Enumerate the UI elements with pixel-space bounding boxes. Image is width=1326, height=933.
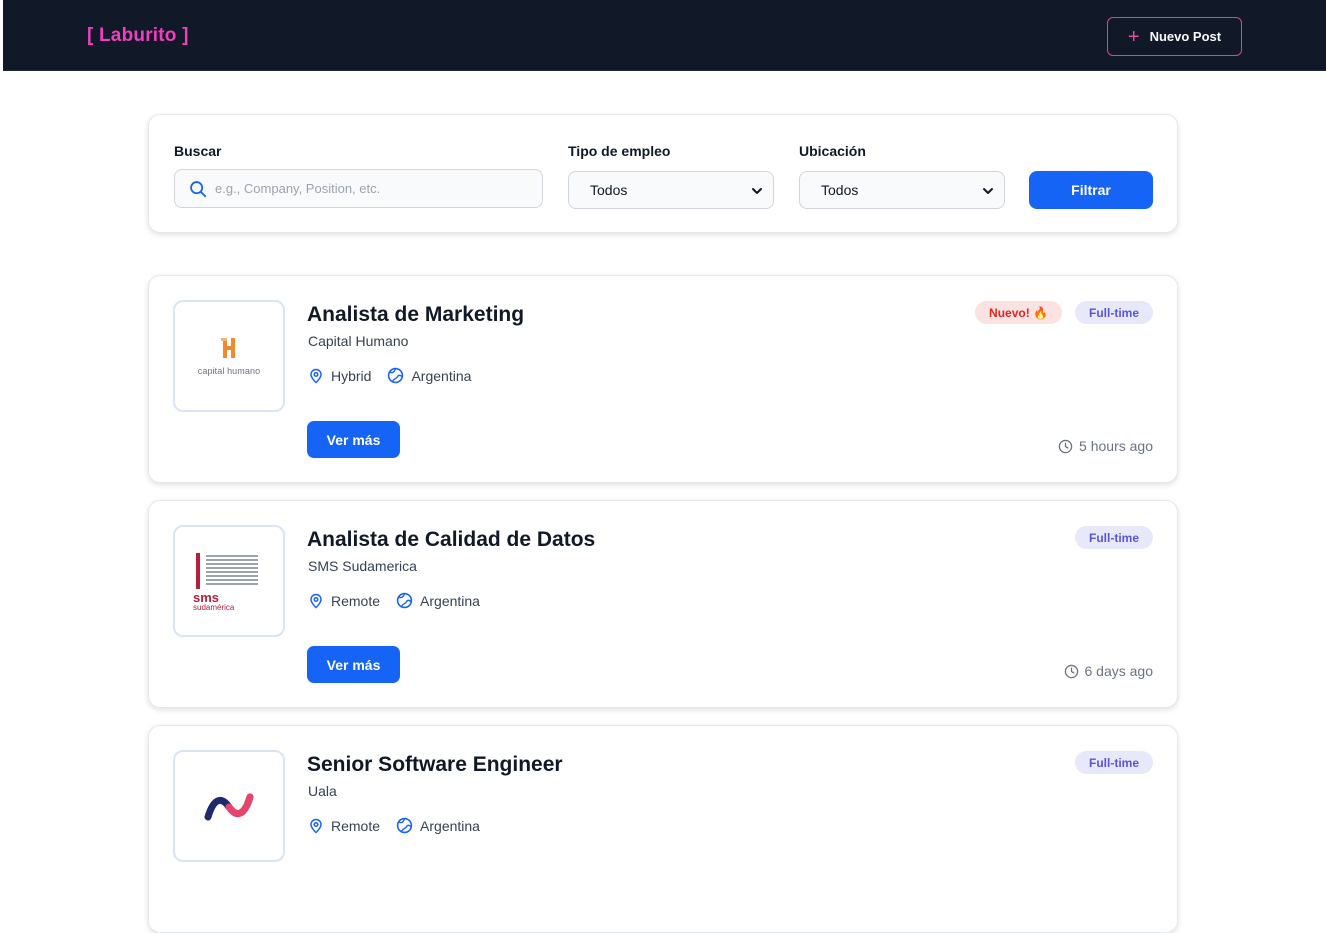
posted-time: 5 hours ago (1058, 438, 1153, 454)
time-label: 5 hours ago (1079, 438, 1153, 454)
logo-text: capital humano (197, 366, 261, 376)
globe-icon (388, 367, 404, 384)
job-meta: Remote Argentina (308, 817, 496, 834)
sms-logo-mark (196, 552, 258, 589)
job-type-badge: Full-time (1075, 301, 1153, 324)
badges: Nuevo! 🔥 Full-time (975, 301, 1153, 324)
country: Argentina (396, 817, 480, 834)
job-meta: Remote Argentina (308, 592, 496, 609)
country-label: Argentina (411, 367, 472, 384)
company-name: Capital Humano (308, 333, 409, 349)
clock-icon (1064, 664, 1078, 678)
modality: Remote (308, 818, 380, 834)
job-type-value: Todos (590, 182, 628, 198)
globe-icon (396, 592, 413, 609)
new-post-label: Nuevo Post (1149, 29, 1222, 44)
search-label: Buscar (174, 143, 222, 159)
uala-logo-mark (204, 793, 254, 821)
modality-label: Remote (331, 817, 381, 834)
badges: Full-time (1075, 526, 1153, 549)
job-meta: Hybrid Argentina (308, 367, 487, 384)
location-pin-icon (310, 818, 322, 834)
job-title[interactable]: Analista de Calidad de Datos (307, 528, 595, 552)
chevron-down-icon (752, 188, 762, 194)
job-title[interactable]: Analista de Marketing (307, 303, 524, 327)
app-logo[interactable]: [ Laburito ] (87, 25, 189, 47)
job-type-label: Tipo de empleo (568, 143, 671, 159)
location-pin-icon (310, 368, 322, 384)
job-card: capital humano Analista de Marketing Cap… (148, 275, 1178, 483)
job-type-select[interactable]: Todos (568, 171, 774, 209)
plus-icon: + (1127, 25, 1140, 48)
capital-humano-logo-mark (221, 338, 235, 358)
badges: Full-time (1075, 751, 1153, 774)
company-name: SMS Sudamerica (308, 558, 417, 574)
filter-panel: Buscar Tipo de empleo Todos Ubicación To… (148, 114, 1178, 233)
filter-button[interactable]: Filtrar (1029, 171, 1153, 209)
modality-label: Hybrid (331, 367, 372, 384)
search-input[interactable] (215, 181, 535, 196)
clock-icon (1058, 439, 1073, 453)
country-label: Argentina (420, 817, 480, 834)
company-logo (173, 750, 285, 862)
modality: Hybrid (308, 368, 371, 384)
job-title[interactable]: Senior Software Engineer (307, 753, 563, 777)
country-label: Argentina (420, 592, 480, 609)
location-label: Ubicación (799, 143, 866, 159)
job-card: Senior Software Engineer Uala Remote Arg… (148, 725, 1178, 933)
new-post-button[interactable]: + Nuevo Post (1107, 17, 1242, 56)
country: Argentina (387, 367, 471, 384)
chevron-down-icon (983, 188, 993, 194)
view-more-button[interactable]: Ver más (307, 646, 400, 683)
job-card: sms sudamérica Analista de Calidad de Da… (148, 500, 1178, 708)
top-nav-bar: [ Laburito ] + Nuevo Post (3, 0, 1326, 71)
location-pin-icon (310, 593, 322, 609)
search-field[interactable] (174, 169, 543, 208)
company-name: Uala (308, 783, 337, 799)
location-select[interactable]: Todos (799, 171, 1005, 209)
location-value: Todos (821, 182, 859, 198)
posted-time: 6 days ago (1064, 663, 1154, 679)
country: Argentina (396, 592, 480, 609)
view-more-button[interactable]: Ver más (307, 421, 400, 458)
time-label: 6 days ago (1084, 663, 1154, 679)
search-icon (190, 180, 207, 197)
new-badge: Nuevo! 🔥 (975, 301, 1062, 324)
modality-label: Remote (331, 592, 381, 609)
job-type-badge: Full-time (1075, 526, 1153, 549)
company-logo: sms sudamérica (173, 525, 285, 637)
job-type-badge: Full-time (1075, 751, 1153, 774)
globe-icon (396, 817, 413, 834)
company-logo: capital humano (173, 300, 285, 412)
logo-subtext: sudamérica (193, 602, 235, 612)
modality: Remote (308, 593, 380, 609)
logo-text: sms (193, 589, 220, 605)
